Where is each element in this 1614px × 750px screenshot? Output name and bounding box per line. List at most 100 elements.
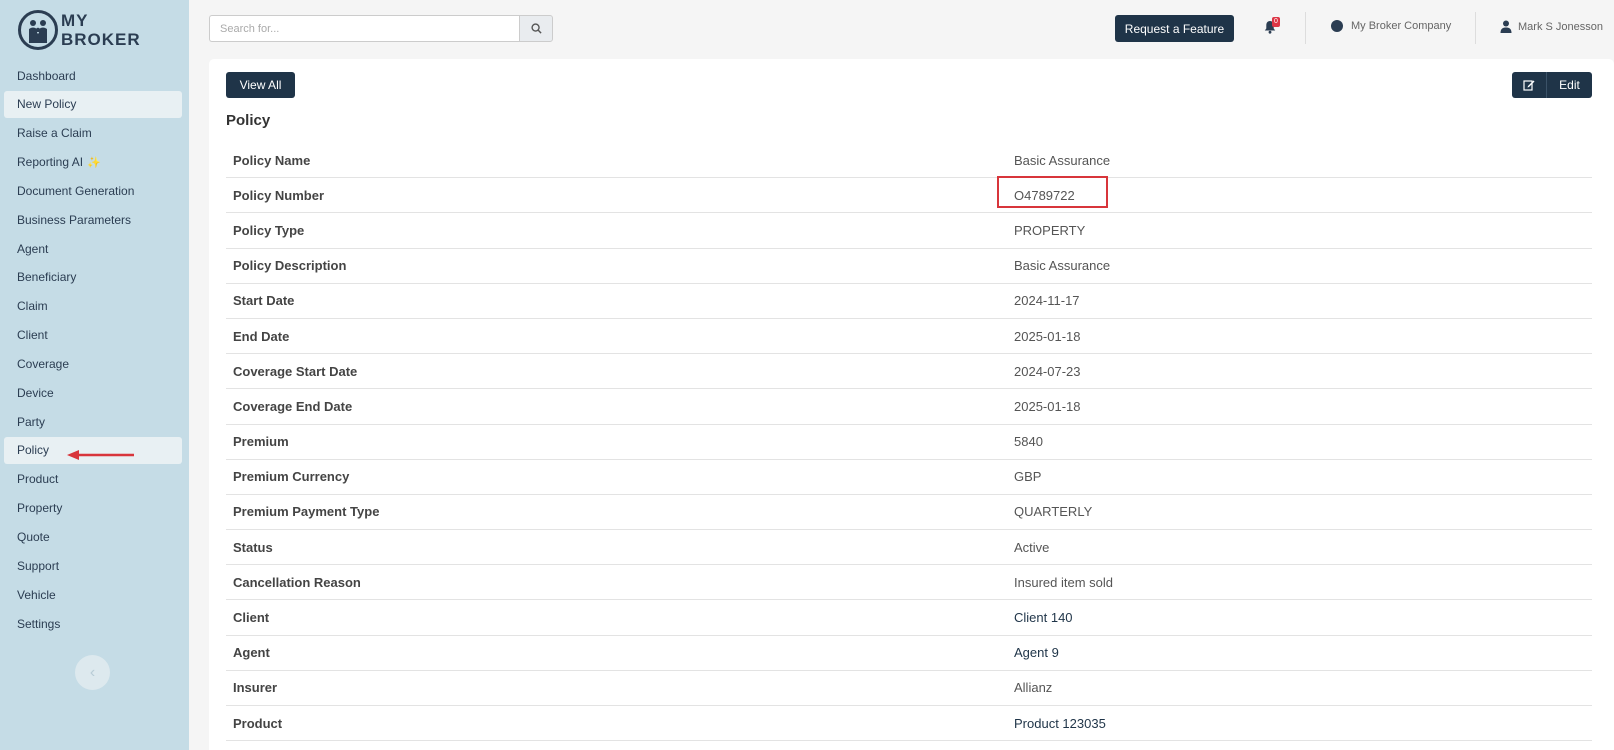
field-label: Policy Name	[233, 152, 311, 168]
company-selector[interactable]: My Broker Company	[1331, 20, 1451, 32]
sidebar-item-raise-claim[interactable]: Raise a Claim	[4, 120, 182, 147]
field-label: Premium Currency	[233, 469, 350, 485]
field-label: Policy Number	[233, 187, 325, 203]
field-label: End Date	[233, 328, 290, 344]
sidebar-item-beneficiary[interactable]: Beneficiary	[4, 264, 182, 291]
table-row: Agent Agent 9	[226, 636, 1592, 671]
sidebar-item-label: Dashboard	[17, 68, 76, 83]
app-logo[interactable]: MY BROKER	[18, 10, 141, 50]
logo-text-line2: BROKER	[61, 30, 141, 49]
field-label: Product	[233, 715, 283, 731]
client-link[interactable]: Client 140	[1014, 610, 1073, 625]
field-value: Basic Assurance	[1014, 152, 1111, 168]
field-value: PROPERTY	[1014, 222, 1086, 238]
sidebar-nav: Dashboard New Policy Raise a Claim Repor…	[4, 62, 182, 639]
sidebar-item-settings[interactable]: Settings	[4, 610, 182, 637]
field-value: Active	[1014, 539, 1050, 555]
notifications-button[interactable]: 0	[1263, 17, 1283, 40]
sidebar-item-support[interactable]: Support	[4, 552, 182, 579]
sidebar-item-claim[interactable]: Claim	[4, 293, 182, 320]
sidebar-item-reporting-ai[interactable]: Reporting AI ✨	[4, 149, 182, 176]
topbar-divider	[1305, 12, 1306, 44]
policy-fields-table: Policy Name Basic Assurance Policy Number…	[226, 143, 1592, 742]
search-input[interactable]	[209, 15, 519, 42]
user-menu[interactable]: Mark S Jonesson	[1500, 20, 1603, 33]
field-value: 5840	[1014, 434, 1043, 450]
field-value: 2024-11-17	[1014, 293, 1080, 309]
sidebar-item-document-generation[interactable]: Document Generation	[4, 177, 182, 204]
sidebar-item-label: Claim	[17, 299, 48, 314]
sidebar-item-label: Raise a Claim	[17, 126, 92, 141]
field-label: Status	[233, 539, 273, 555]
sidebar-item-property[interactable]: Property	[4, 495, 182, 522]
field-label: Policy Type	[233, 222, 305, 238]
sidebar-item-dashboard[interactable]: Dashboard	[4, 62, 182, 89]
table-row: Premium 5840	[226, 425, 1592, 460]
topbar-divider	[1475, 12, 1476, 44]
sidebar-item-business-parameters[interactable]: Business Parameters	[4, 206, 182, 233]
request-feature-button[interactable]: Request a Feature	[1115, 15, 1234, 42]
logo-text-line1: MY	[61, 11, 89, 30]
sidebar-item-agent[interactable]: Agent	[4, 235, 182, 262]
field-value: 2025-01-18	[1014, 398, 1081, 414]
table-row: Policy Number O4789722	[226, 178, 1592, 214]
page-title: Policy	[226, 112, 271, 129]
sidebar-item-label: Support	[17, 558, 60, 573]
sidebar-item-party[interactable]: Party	[4, 408, 182, 435]
sidebar-item-label: Document Generation	[17, 183, 135, 198]
sidebar-item-label: Quote	[17, 530, 50, 544]
sidebar-item-label: Vehicle	[17, 587, 56, 602]
field-value: O4789722	[1014, 187, 1075, 203]
table-row: Client Client 140	[226, 600, 1592, 636]
view-all-label: View All	[239, 78, 282, 92]
view-all-button[interactable]: View All	[226, 72, 295, 98]
sidebar-item-quote[interactable]: Quote	[4, 524, 182, 551]
sidebar-item-label: New Policy	[17, 97, 77, 112]
field-label: Coverage End Date	[233, 398, 353, 414]
edit-label: Edit	[1559, 78, 1580, 92]
table-row: Premium Currency GBP	[226, 460, 1592, 495]
sidebar-item-label: Beneficiary	[17, 270, 77, 285]
sidebar-collapse-button[interactable]: ‹	[75, 655, 110, 690]
edit-button[interactable]: Edit	[1512, 72, 1592, 98]
sidebar-item-device[interactable]: Device	[4, 379, 182, 406]
agent-link[interactable]: Agent 9	[1014, 645, 1059, 660]
field-value: 2025-01-18	[1014, 328, 1081, 344]
search-button[interactable]	[519, 15, 553, 42]
sidebar-item-label: Property	[17, 501, 63, 516]
field-value: QUARTERLY	[1014, 504, 1093, 520]
company-icon	[1331, 20, 1343, 32]
field-label: Premium	[233, 434, 289, 450]
table-row: Status Active	[226, 530, 1592, 566]
search-icon	[530, 23, 542, 34]
sidebar-item-product[interactable]: Product	[4, 466, 182, 493]
company-name: My Broker Company	[1351, 20, 1452, 32]
field-label: Coverage Start Date	[233, 363, 358, 379]
edit-icon	[1512, 72, 1547, 98]
logo-text: MY BROKER	[61, 11, 141, 49]
sidebar-item-label: Reporting AI	[17, 155, 84, 170]
field-label: Start Date	[233, 293, 295, 309]
product-link[interactable]: Product 123035	[1014, 716, 1106, 731]
sidebar-item-label: Device	[17, 385, 54, 400]
field-value: Insured item sold	[1014, 574, 1113, 590]
search-bar	[209, 15, 553, 42]
field-value: Allianz	[1014, 680, 1053, 696]
request-feature-label: Request a Feature	[1124, 21, 1225, 36]
sidebar-item-coverage[interactable]: Coverage	[4, 350, 182, 377]
sidebar-item-client[interactable]: Client	[4, 322, 182, 349]
field-label: Client	[233, 610, 270, 626]
sidebar-item-label: Client	[17, 328, 48, 343]
sidebar-item-label: Agent	[17, 241, 49, 256]
table-row: Premium Payment Type QUARTERLY	[226, 495, 1592, 531]
sidebar-item-vehicle[interactable]: Vehicle	[4, 581, 182, 608]
sidebar-item-new-policy[interactable]: New Policy	[4, 90, 182, 118]
table-row: Start Date 2024-11-17	[226, 284, 1592, 319]
field-label: Premium Payment Type	[233, 504, 380, 520]
field-label: Insurer	[233, 680, 278, 696]
policy-detail-card: View All Edit Policy Policy Name Basic As…	[209, 59, 1614, 750]
table-row: Product Product 123035	[226, 706, 1592, 742]
table-row: Policy Name Basic Assurance	[226, 143, 1592, 179]
sidebar-item-label: Settings	[17, 616, 61, 631]
table-row: Policy Type PROPERTY	[226, 213, 1592, 249]
